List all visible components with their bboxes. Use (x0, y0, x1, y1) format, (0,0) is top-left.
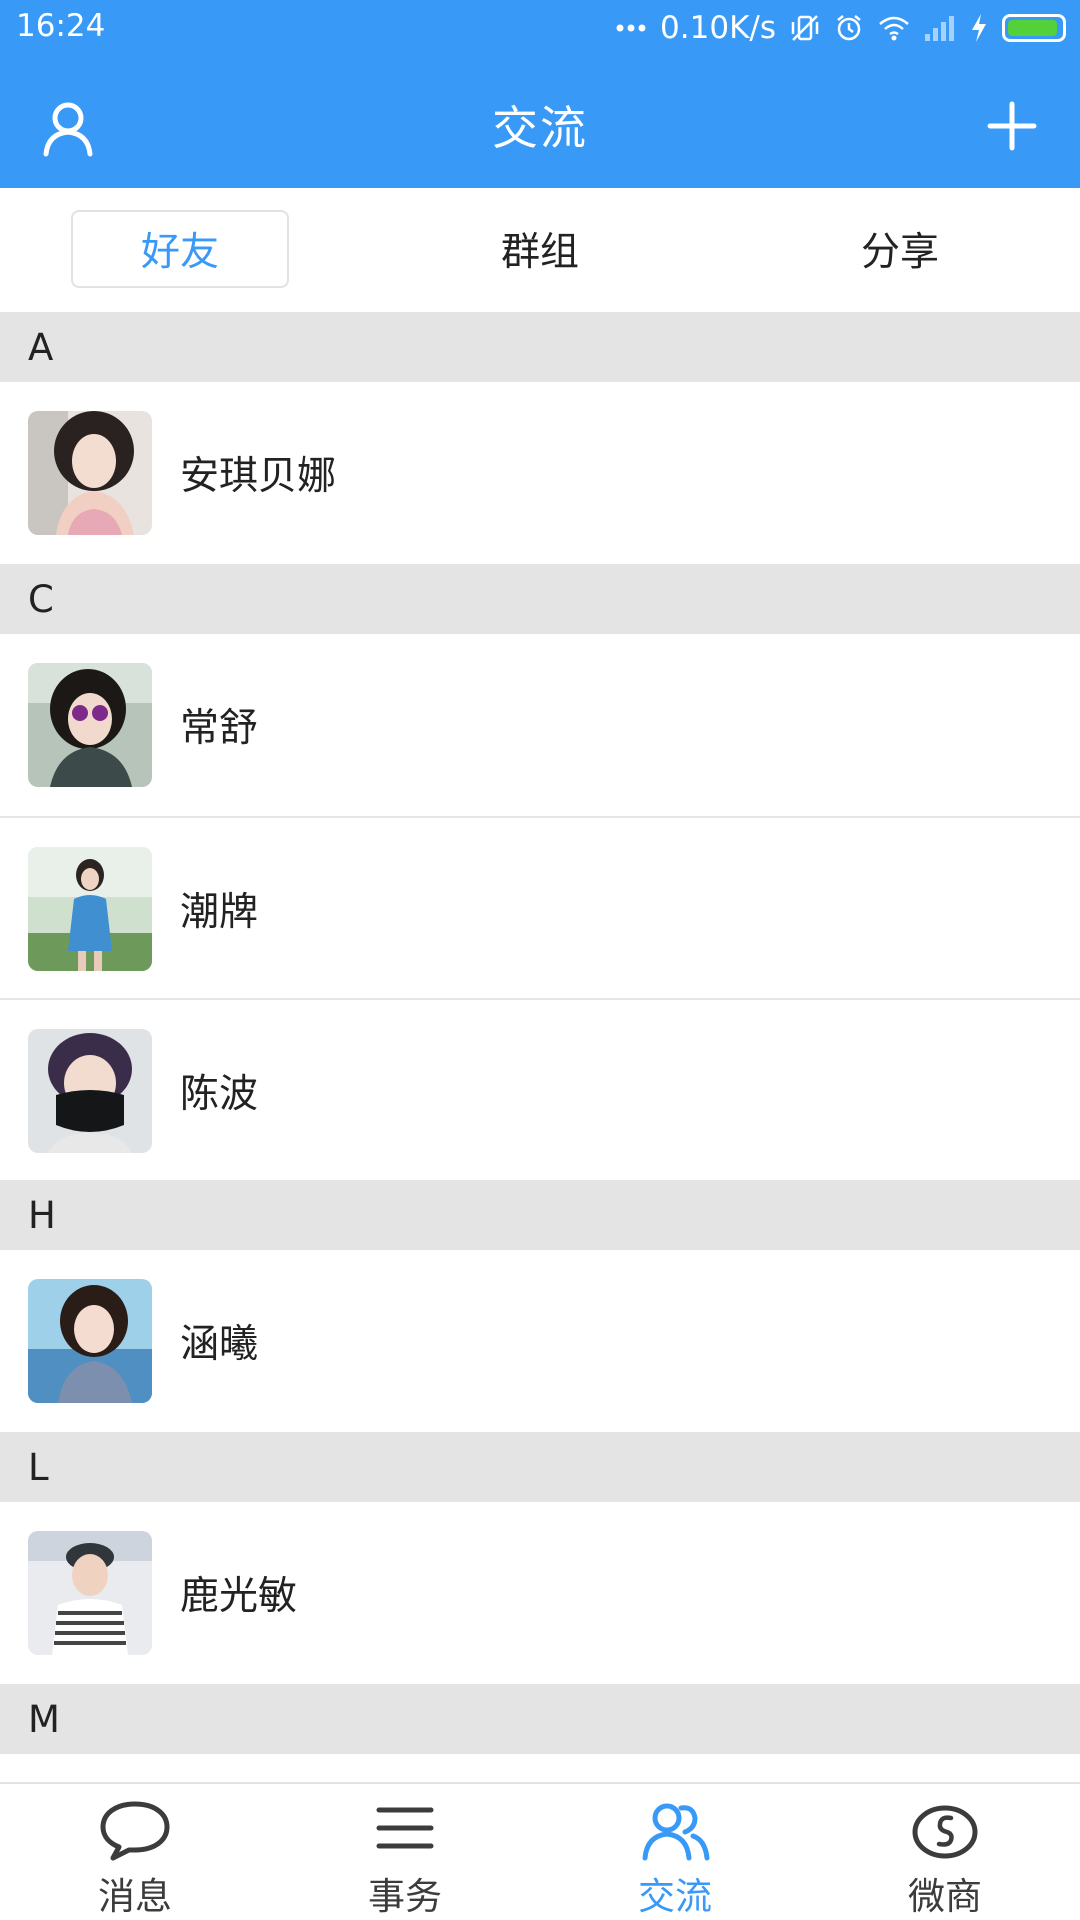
contact-list[interactable]: A 安琪贝娜 C 常舒 潮牌 陈波 H 涵曦 L 鹿光敏 M (0, 312, 1080, 1782)
battery-icon (1002, 14, 1066, 42)
vibrate-off-icon (790, 13, 820, 43)
contact-name: 潮牌 (180, 890, 259, 935)
alarm-icon (834, 13, 864, 43)
section-header: H (0, 1180, 1080, 1250)
section-header: C (0, 564, 1080, 634)
contact-row[interactable]: 安琪贝娜 (0, 382, 1080, 564)
add-button[interactable] (980, 94, 1044, 158)
contact-name: 安琪贝娜 (180, 454, 337, 499)
avatar (28, 411, 152, 535)
status-bar: 16:24 0.10K/s (0, 0, 1080, 56)
tab-friends[interactable]: 好友 (71, 210, 289, 288)
nav-label: 事务 (368, 1875, 442, 1918)
nav-label: 微商 (908, 1875, 982, 1918)
segmented-tabs: 好友 群组 分享 (0, 188, 1080, 312)
nav-label: 交流 (638, 1875, 712, 1918)
page-title: 交流 (492, 101, 588, 155)
contact-name: 常舒 (180, 706, 259, 751)
contact-row[interactable]: 涵曦 (0, 1250, 1080, 1432)
status-time: 16:24 (16, 8, 106, 44)
network-speed: 0.10K/s (660, 10, 776, 46)
money-bag-icon (912, 1805, 978, 1859)
wifi-icon (878, 14, 910, 42)
tab-share[interactable]: 分享 (791, 210, 1009, 288)
chat-bubble-icon (100, 1801, 170, 1861)
contact-name: 陈波 (180, 1072, 259, 1117)
avatar (28, 663, 152, 787)
nav-item-messages[interactable]: 消息 (0, 1784, 270, 1920)
avatar (28, 1029, 152, 1153)
contact-row[interactable]: 潮牌 (0, 816, 1080, 998)
nav-item-communication[interactable]: 交流 (540, 1784, 810, 1920)
nav-item-wechat-business[interactable]: 微商 (810, 1784, 1080, 1920)
title-bar: 交流 (0, 56, 1080, 188)
contact-row[interactable]: 陈波 (0, 998, 1080, 1180)
menu-lines-icon (376, 1807, 434, 1849)
tab-groups[interactable]: 群组 (431, 210, 649, 288)
avatar (28, 847, 152, 971)
contact-row[interactable]: 常舒 (0, 634, 1080, 816)
contact-name: 鹿光敏 (180, 1574, 298, 1619)
contact-row[interactable]: 鹿光敏 (0, 1502, 1080, 1684)
section-header: M (0, 1684, 1080, 1754)
avatar (28, 1279, 152, 1403)
bottom-nav: 消息 事务 交流 微商 (0, 1782, 1080, 1920)
contacts-icon (642, 1803, 710, 1861)
charging-icon (970, 13, 988, 43)
app-header: 16:24 0.10K/s 交流 (0, 0, 1080, 188)
section-header: A (0, 312, 1080, 382)
avatar (28, 1531, 152, 1655)
plus-icon (987, 101, 1037, 151)
nav-item-tasks[interactable]: 事务 (270, 1784, 540, 1920)
nav-label: 消息 (98, 1875, 172, 1918)
section-header: L (0, 1432, 1080, 1502)
battery-fill (1008, 20, 1058, 36)
status-icons: 0.10K/s (616, 8, 1066, 48)
dots-icon (616, 23, 646, 33)
signal-icon (924, 14, 956, 42)
contact-name: 涵曦 (180, 1322, 259, 1367)
